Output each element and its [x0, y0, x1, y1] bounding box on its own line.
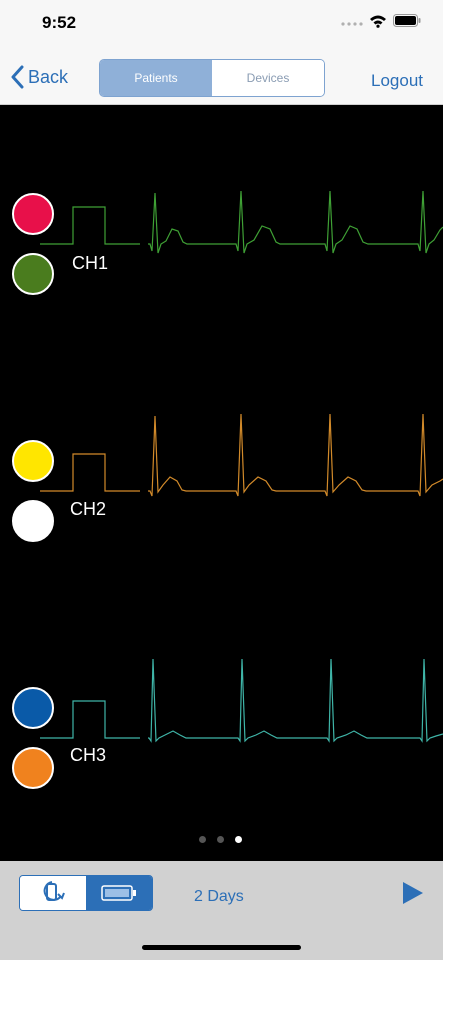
ch1-top-color-dot[interactable]: [12, 193, 54, 235]
ch1-label: CH1: [72, 253, 109, 273]
play-icon: [403, 882, 423, 904]
logout-button[interactable]: Logout: [371, 71, 423, 91]
status-bar: 9:52: [0, 0, 443, 50]
ch1-bottom-color-dot[interactable]: [12, 253, 54, 295]
page-dot: [217, 836, 224, 843]
battery-icon: [101, 885, 136, 901]
bottom-toolbar: 2 Days: [0, 861, 443, 960]
ch2-calibration-pulse: [40, 453, 140, 492]
navigation-bar: Back Patients Devices Logout: [0, 50, 443, 105]
page-dot-active: [235, 836, 242, 843]
chevron-left-icon: [11, 65, 24, 89]
segment-devices[interactable]: Devices: [212, 60, 324, 96]
duration-label[interactable]: 2 Days: [194, 888, 244, 906]
rotate-device-button[interactable]: [20, 876, 86, 910]
ch2-bottom-color-dot[interactable]: [12, 500, 54, 542]
ch3-top-color-dot[interactable]: [12, 687, 54, 729]
page-indicator[interactable]: [199, 836, 242, 843]
segment-patients[interactable]: Patients: [100, 60, 212, 96]
ch1-calibration-pulse: [40, 206, 140, 245]
battery-icon: [393, 14, 421, 32]
back-button[interactable]: Back: [10, 65, 68, 89]
phone-screen: 9:52 Back Patients Devices Logout CH1 CH…: [0, 0, 443, 960]
ch1-trace: [148, 190, 443, 254]
view-segmented-control: Patients Devices: [99, 59, 325, 97]
battery-button[interactable]: [86, 876, 152, 910]
ch2-label: CH2: [70, 499, 107, 519]
signal-dots-icon: [341, 14, 363, 32]
ch3-label: CH3: [70, 745, 107, 765]
ch3-calibration-pulse: [40, 700, 140, 739]
ch3-bottom-color-dot[interactable]: [12, 747, 54, 789]
ch2-top-color-dot[interactable]: [12, 440, 54, 482]
ch3-trace: [148, 658, 443, 743]
wifi-icon: [369, 14, 387, 33]
home-indicator[interactable]: [142, 945, 301, 950]
play-button[interactable]: [402, 881, 424, 910]
back-label: Back: [28, 66, 69, 87]
toolbar-segmented-control: [19, 875, 153, 911]
status-time: 9:52: [42, 13, 77, 32]
ch2-trace: [148, 413, 443, 497]
ecg-traces: [40, 190, 443, 743]
page-dot: [199, 836, 206, 843]
rotate-device-icon: [43, 881, 65, 901]
status-icons: [341, 12, 421, 34]
ecg-monitor: CH1 CH2 CH3: [0, 105, 443, 861]
